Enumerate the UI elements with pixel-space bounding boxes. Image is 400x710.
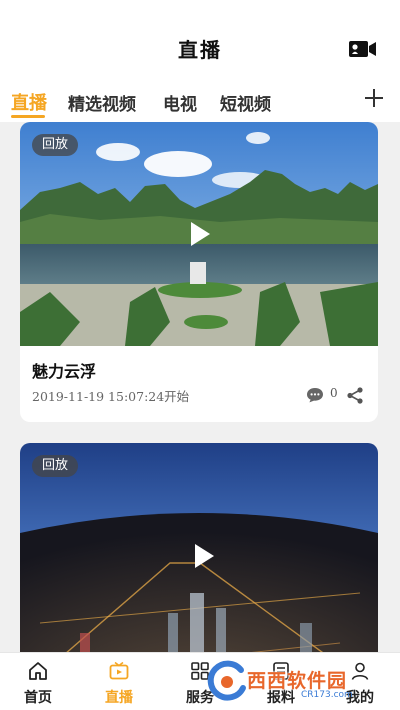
play-icon[interactable]	[184, 219, 214, 249]
tab-live[interactable]: 直播	[11, 89, 47, 115]
tab-featured-video[interactable]: 精选视频	[68, 90, 136, 115]
watermark-subtext: CR173.com	[301, 690, 353, 700]
nav-live[interactable]: 直播	[87, 653, 151, 710]
channel-tabs: 直播 精选视频 电视 短视频	[0, 82, 400, 122]
nav-home[interactable]: 首页	[6, 653, 70, 710]
watermark-logo: 西西软件园 CR173.com	[205, 660, 375, 706]
nav-label: 直播	[105, 690, 133, 706]
plus-icon[interactable]	[362, 86, 386, 110]
watermark-text: 西西软件园	[247, 670, 348, 692]
card-title[interactable]: 魅力云浮	[32, 358, 96, 382]
live-tv-icon	[109, 661, 129, 681]
share-icon[interactable]	[346, 387, 364, 404]
comment-count: 0	[330, 386, 338, 400]
comment-icon[interactable]	[306, 387, 324, 403]
home-icon	[28, 661, 48, 681]
video-thumbnail[interactable]: 回放	[20, 122, 378, 346]
tab-tv[interactable]: 电视	[163, 90, 197, 115]
play-icon[interactable]	[188, 541, 218, 571]
active-tab-indicator	[11, 115, 45, 118]
replay-badge: 回放	[32, 134, 79, 156]
tab-short-video[interactable]: 短视频	[220, 90, 271, 115]
video-camera-icon[interactable]	[348, 38, 378, 60]
nav-label: 首页	[24, 690, 52, 706]
start-time: 2019-11-19 15:07:24开始	[32, 389, 190, 404]
live-card[interactable]: 回放 魅力云浮 2019-11-19 15:07:24开始 0	[20, 122, 378, 422]
page-title: 直播	[178, 38, 222, 62]
app-header: 直播	[0, 0, 400, 82]
replay-badge: 回放	[32, 455, 79, 477]
